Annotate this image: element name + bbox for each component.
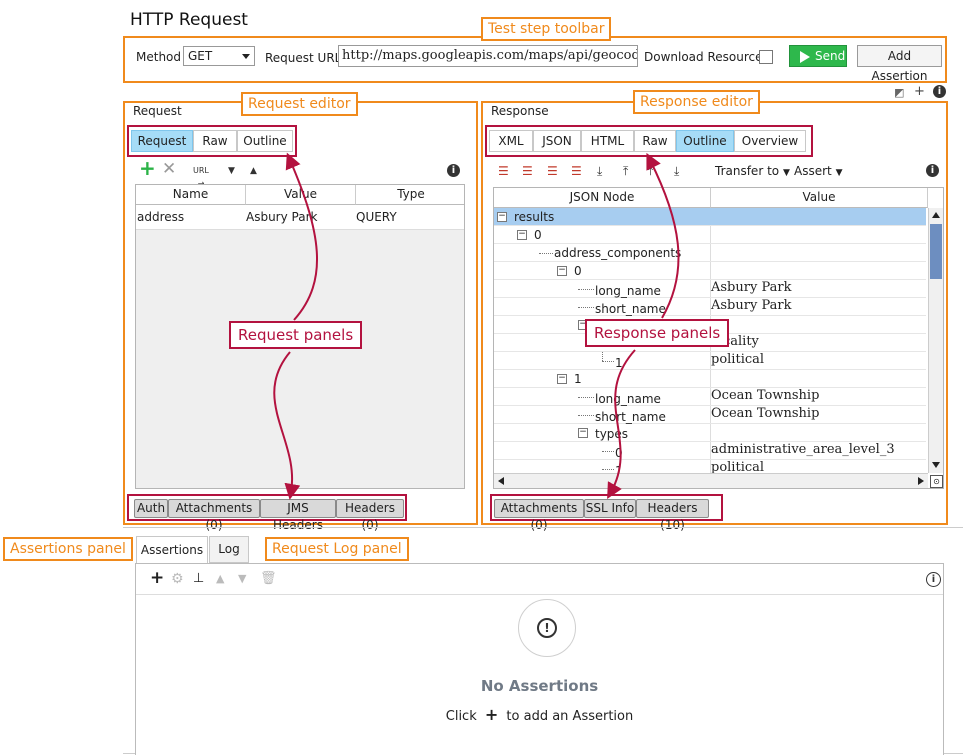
alert-icon: ! [518, 599, 576, 657]
gear-icon[interactable]: ⚙ [171, 572, 184, 586]
plus-icon[interactable]: + [485, 705, 498, 724]
no-assertions-title: No Assertions [480, 677, 599, 695]
move-down-icon[interactable]: ▼ [238, 572, 246, 586]
info-icon[interactable]: i [926, 572, 941, 587]
assertions-panel: + ⚙ ⊥ ▲ ▼ 🗑 i ! No Assertions Click + to… [135, 563, 944, 755]
no-assertions-hint: Click + to add an Assertion [136, 705, 943, 724]
hint-suffix: to add an Assertion [506, 709, 634, 724]
hint-prefix: Click [445, 709, 477, 724]
callout-assertions-panel: Assertions panel [3, 537, 133, 561]
tab-assertions[interactable]: Assertions [136, 536, 208, 564]
callout-request-log-panel: Request Log panel [265, 537, 409, 561]
move-up-icon[interactable]: ▲ [216, 572, 224, 586]
tab-log[interactable]: Log [209, 536, 249, 563]
stamp-icon[interactable]: ⊥ [193, 572, 204, 586]
trash-icon[interactable]: 🗑 [260, 572, 277, 586]
add-assertion-icon[interactable]: + [150, 570, 164, 587]
